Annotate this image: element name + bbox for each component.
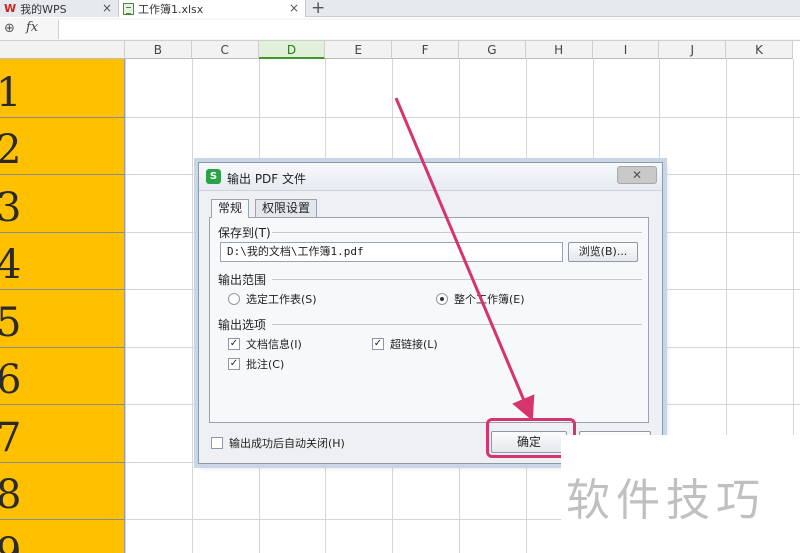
app-window: W 我的WPS × 工作簿1.xlsx × + ⊕ fx BCDEFGHIJK … (0, 0, 800, 553)
tab-general[interactable]: 常规 (211, 199, 250, 218)
watermark-text: 软件技巧 (566, 475, 766, 526)
